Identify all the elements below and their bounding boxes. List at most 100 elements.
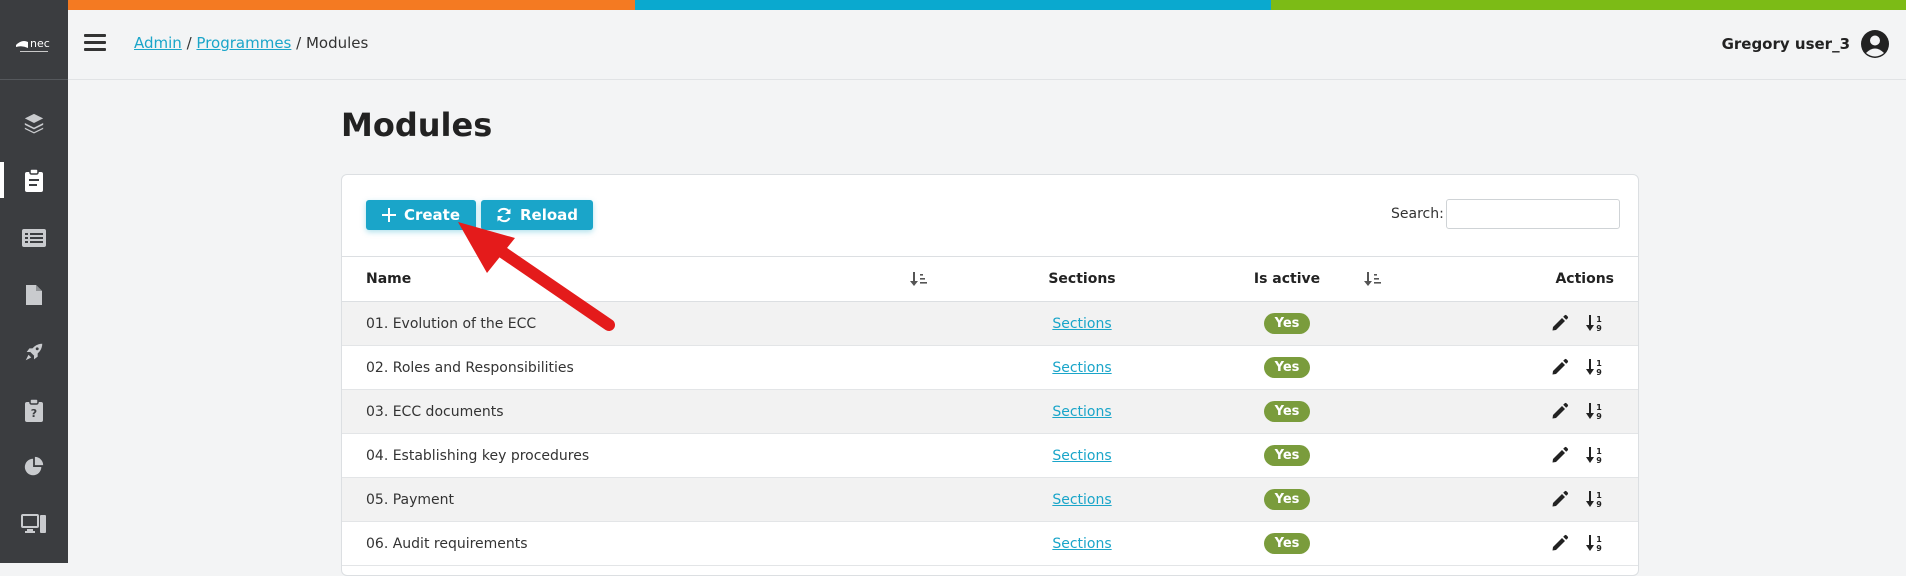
edit-pencil-icon[interactable] (1551, 490, 1569, 508)
sidebar-item-clipboard[interactable] (0, 154, 68, 206)
reload-button-label: Reload (519, 206, 579, 224)
reload-button[interactable]: Reload (481, 200, 593, 230)
module-name: 02. Roles and Responsibilities (366, 359, 574, 376)
breadcrumb: Admin / Programmes / Modules (134, 34, 368, 52)
svg-text:1: 1 (1596, 535, 1602, 544)
sections-link[interactable]: Sections (1052, 360, 1111, 376)
sort-asc-icon[interactable] (1364, 271, 1382, 287)
edit-pencil-icon[interactable] (1551, 314, 1569, 332)
nec-logo-icon: nec (16, 37, 50, 52)
active-cell: Yes (1237, 434, 1337, 477)
sections-cell: Sections (1022, 302, 1142, 345)
stripe-blue (635, 0, 1271, 10)
sort-order-icon[interactable]: 1 9 (1586, 314, 1604, 332)
sections-link[interactable]: Sections (1052, 316, 1111, 332)
modules-card: Create Reload Search: Name Sections Is a… (341, 174, 1639, 576)
table-row: 03. ECC documents Sections Yes 1 9 (342, 390, 1638, 434)
user-circle-icon[interactable] (1860, 29, 1890, 59)
status-badge: Yes (1263, 533, 1311, 554)
sidebar-item-reports[interactable] (0, 441, 68, 493)
page-title: Modules (341, 106, 493, 144)
column-header-name[interactable]: Name (366, 257, 411, 301)
layers-icon (24, 113, 44, 134)
nec-logo[interactable]: nec (0, 10, 69, 80)
svg-text:1: 1 (1596, 315, 1602, 324)
svg-text:1: 1 (1596, 359, 1602, 368)
module-name: 03. ECC documents (366, 403, 504, 420)
sort-order-icon[interactable]: 1 9 (1586, 446, 1604, 464)
table-row: 05. Payment Sections Yes 1 9 (342, 478, 1638, 522)
active-cell: Yes (1237, 478, 1337, 521)
sidebar-item-list[interactable] (0, 212, 68, 264)
breadcrumb-separator: / (186, 34, 197, 52)
sort-order-icon[interactable]: 1 9 (1586, 490, 1604, 508)
svg-text:9: 9 (1596, 412, 1602, 420)
sections-link[interactable]: Sections (1052, 404, 1111, 420)
sort-order-icon[interactable]: 1 9 (1586, 534, 1604, 552)
sidebar-item-quiz[interactable]: ? (0, 384, 68, 436)
create-button-label: Create (403, 206, 461, 224)
modules-table: Name Sections Is active Actions 01. Evol… (342, 256, 1638, 566)
stripe-green (1270, 0, 1906, 10)
svg-text:nec: nec (30, 37, 50, 50)
sidebar-item-file[interactable] (0, 269, 68, 321)
sidebar: nec ? (0, 0, 68, 563)
status-badge: Yes (1263, 313, 1311, 334)
module-name: 06. Audit requirements (366, 535, 528, 552)
clipboard-icon (25, 168, 43, 192)
breadcrumb-admin[interactable]: Admin (134, 34, 182, 52)
sections-cell: Sections (1022, 346, 1142, 389)
table-row: 06. Audit requirements Sections Yes 1 9 (342, 522, 1638, 566)
svg-text:9: 9 (1596, 456, 1602, 464)
table-row: 01. Evolution of the ECC Sections Yes 1 … (342, 302, 1638, 346)
active-cell: Yes (1237, 302, 1337, 345)
status-badge: Yes (1263, 489, 1311, 510)
desktop-icon (21, 514, 46, 533)
sidebar-item-rocket[interactable] (0, 326, 68, 378)
svg-text:9: 9 (1596, 500, 1602, 508)
stripe-orange (0, 0, 636, 10)
status-badge: Yes (1263, 401, 1311, 422)
sidebar-item-layers[interactable] (0, 97, 68, 149)
svg-text:1: 1 (1596, 403, 1602, 412)
user-name: Gregory user_3 (1721, 35, 1850, 53)
sidebar-divider (0, 79, 68, 80)
edit-pencil-icon[interactable] (1551, 402, 1569, 420)
search-input[interactable] (1446, 199, 1620, 229)
svg-text:1: 1 (1596, 447, 1602, 456)
sections-cell: Sections (1022, 478, 1142, 521)
table-row: 04. Establishing key procedures Sections… (342, 434, 1638, 478)
svg-text:?: ? (31, 407, 37, 420)
sections-link[interactable]: Sections (1052, 536, 1111, 552)
breadcrumb-programmes[interactable]: Programmes (196, 34, 291, 52)
pie-chart-icon (24, 456, 44, 476)
column-header-is-active[interactable]: Is active (1237, 257, 1337, 301)
table-header: Name Sections Is active Actions (342, 256, 1638, 302)
top-color-stripe (0, 0, 1906, 10)
active-cell: Yes (1237, 522, 1337, 565)
svg-text:1: 1 (1596, 491, 1602, 500)
sidebar-item-devices[interactable] (0, 498, 68, 550)
edit-pencil-icon[interactable] (1551, 534, 1569, 552)
sort-asc-icon[interactable] (910, 271, 928, 287)
sections-link[interactable]: Sections (1052, 448, 1111, 464)
sort-order-icon[interactable]: 1 9 (1586, 358, 1604, 376)
column-header-sections: Sections (1048, 271, 1116, 287)
edit-pencil-icon[interactable] (1551, 358, 1569, 376)
clipboard-question-icon: ? (25, 398, 43, 422)
sections-cell: Sections (1022, 522, 1142, 565)
edit-pencil-icon[interactable] (1551, 446, 1569, 464)
top-header: Admin / Programmes / Modules Gregory use… (68, 10, 1906, 80)
refresh-icon (497, 207, 511, 223)
module-name: 04. Establishing key procedures (366, 447, 590, 464)
active-cell: Yes (1237, 346, 1337, 389)
sections-link[interactable]: Sections (1052, 492, 1111, 508)
create-button[interactable]: Create (366, 200, 476, 230)
sort-order-icon[interactable]: 1 9 (1586, 402, 1604, 420)
menu-toggle-icon[interactable] (84, 34, 106, 52)
svg-text:9: 9 (1596, 544, 1602, 552)
search-label: Search: (1391, 206, 1444, 222)
svg-text:9: 9 (1596, 368, 1602, 376)
breadcrumb-separator: / (296, 34, 306, 52)
user-menu[interactable]: Gregory user_3 (1722, 29, 1890, 59)
